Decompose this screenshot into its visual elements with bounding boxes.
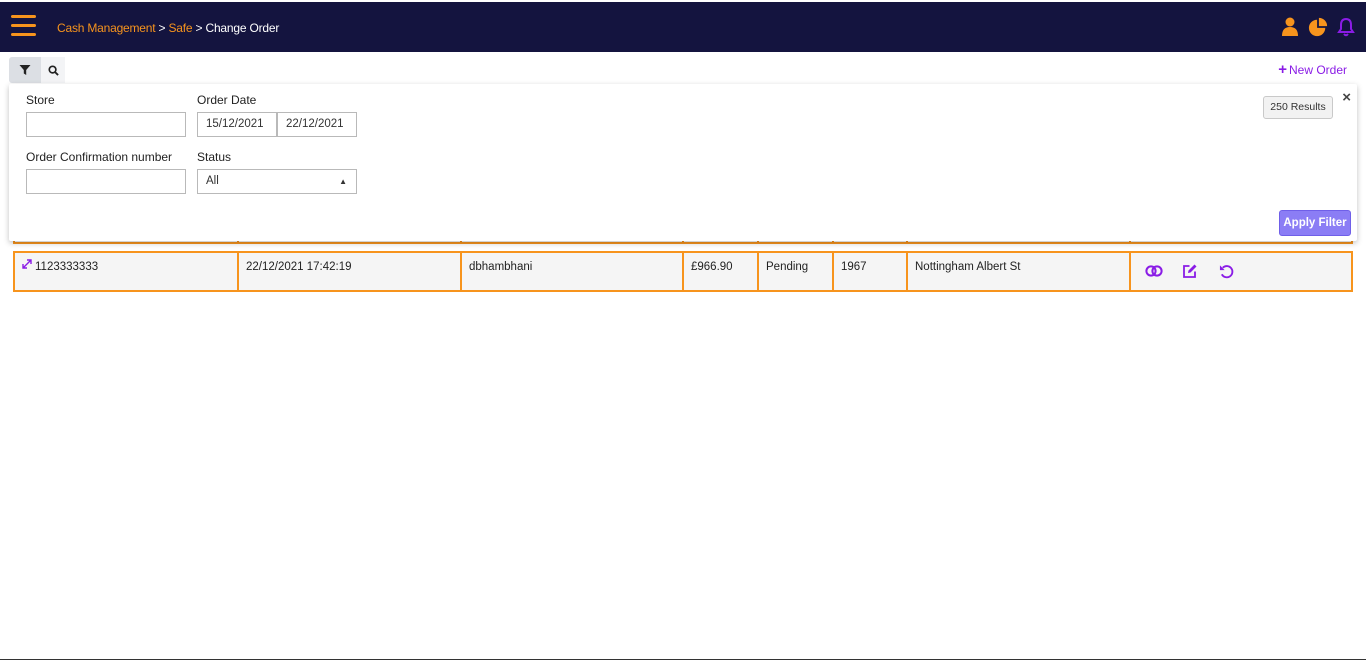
top-bar: Cash Management > Safe > Change Order: [0, 2, 1366, 52]
menu-icon[interactable]: [11, 15, 36, 37]
cell-store-name: Nottingham Albert St: [908, 253, 1131, 290]
apply-filter-button[interactable]: Apply Filter: [1279, 210, 1351, 236]
store-name: Nottingham Albert St: [915, 261, 1021, 273]
order-amount: £966.90: [691, 261, 733, 273]
cell-datetime: 22/12/2021 17:42:19: [239, 253, 462, 290]
cell-status: Pending: [759, 253, 834, 290]
expand-icon[interactable]: [21, 258, 33, 270]
order-user: dbhambhani: [469, 261, 533, 273]
status-select-value: All: [206, 175, 219, 187]
status-label: Status: [197, 150, 232, 164]
view-toolbar: [9, 57, 65, 83]
table-row[interactable]: 1123333333 22/12/2021 17:42:19 dbhambhan…: [13, 251, 1353, 292]
undo-icon[interactable]: [1217, 262, 1235, 280]
cell-amount: £966.90: [684, 253, 759, 290]
pie-chart-icon[interactable]: [1308, 16, 1328, 38]
breadcrumb-separator: >: [195, 21, 203, 35]
breadcrumb-safe[interactable]: Safe: [169, 21, 193, 35]
toggle-icon[interactable]: [1145, 262, 1163, 280]
date-from-input[interactable]: 15/12/2021: [197, 112, 277, 137]
edit-icon[interactable]: [1181, 262, 1199, 280]
store-input[interactable]: [26, 112, 186, 137]
status-select[interactable]: All ▲: [197, 169, 357, 194]
new-order-label: New Order: [1288, 63, 1347, 77]
confirmation-label: Order Confirmation number: [26, 150, 173, 164]
results-badge: 250 Results: [1263, 96, 1333, 119]
store-label: Store: [26, 93, 55, 107]
breadcrumb-current: Change Order: [205, 21, 280, 35]
breadcrumb-separator: >: [158, 21, 166, 35]
breadcrumb-cash-management[interactable]: Cash Management: [57, 21, 156, 35]
plus-icon: +: [1278, 61, 1287, 78]
filter-icon: [19, 65, 31, 75]
filter-toggle-button[interactable]: [9, 57, 41, 83]
filter-panel: Store Order Date 15/12/2021 22/12/2021 O…: [9, 84, 1357, 241]
breadcrumb: Cash Management > Safe > Change Order: [57, 21, 279, 35]
search-icon: [47, 64, 59, 76]
close-icon[interactable]: ×: [1342, 89, 1351, 106]
cell-store-no: 1967: [834, 253, 908, 290]
new-order-button[interactable]: + New Order: [1278, 61, 1347, 78]
order-datetime: 22/12/2021 17:42:19: [246, 261, 352, 273]
sort-caret-icon: ▲: [339, 177, 347, 186]
confirmation-input[interactable]: [26, 169, 186, 194]
order-id: 1123333333: [35, 261, 99, 273]
order-status: Pending: [766, 261, 809, 273]
store-number: 1967: [841, 261, 867, 273]
cell-user: dbhambhani: [462, 253, 684, 290]
search-toggle-button[interactable]: [41, 57, 65, 83]
user-icon[interactable]: [1280, 16, 1300, 38]
order-date-label: Order Date: [197, 93, 257, 107]
cell-order-id: 1123333333: [15, 253, 239, 290]
bell-icon[interactable]: [1336, 16, 1356, 38]
cell-actions: [1131, 253, 1351, 290]
date-to-input[interactable]: 22/12/2021: [277, 112, 357, 137]
